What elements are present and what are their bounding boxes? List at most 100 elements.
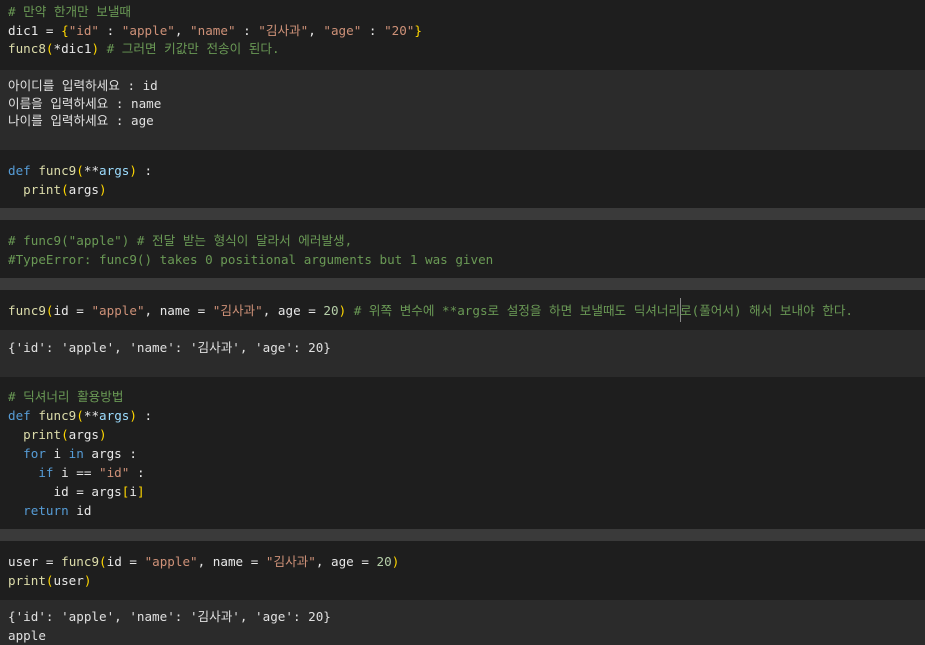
code-token: apple — [8, 628, 46, 643]
code-token: ) — [99, 427, 107, 442]
code-token: ( — [61, 427, 69, 442]
code-token: } — [414, 23, 422, 38]
code-token: #TypeError: func9() takes 0 positional a… — [8, 252, 494, 267]
code-token: func8 — [8, 41, 46, 56]
code-token: "apple" — [91, 303, 145, 318]
code-token: = — [45, 23, 54, 38]
code-token: ) — [83, 573, 92, 588]
code-token: # 딕셔너리 활용방법 — [8, 389, 124, 404]
code-token: ( — [45, 41, 54, 56]
code-token: dic1 — [8, 23, 46, 38]
code-token: in — [68, 446, 92, 461]
code-token: print — [8, 427, 62, 442]
code-token: ) — [129, 408, 137, 423]
code-line[interactable]: # 딕셔너리 활용방법 — [8, 387, 123, 406]
code-token: # func9("apple") # 전달 받는 형식이 달라서 에러발생, — [8, 233, 353, 248]
output-line: 나이를 입력하세요 : age — [8, 111, 154, 130]
code-token: : — [136, 163, 153, 178]
code-line[interactable]: for i in args : — [8, 444, 137, 463]
code-token: {'id': 'apple', 'name': '김사과', 'age': 20… — [8, 340, 331, 355]
code-line[interactable]: def func9(**args) : — [8, 406, 152, 425]
code-token: = — [308, 303, 316, 318]
code-token: ( — [45, 573, 54, 588]
code-token: id — [106, 554, 130, 569]
cell-divider — [0, 208, 925, 220]
code-token: ( — [45, 303, 54, 318]
code-line[interactable]: id = args[i] — [8, 482, 145, 501]
code-token: i — [129, 484, 137, 499]
code-token: == — [76, 465, 92, 480]
code-token: 나이를 입력하세요 : age — [8, 113, 154, 128]
code-token: "name" — [190, 23, 236, 38]
code-cell-5[interactable] — [0, 377, 925, 529]
code-line[interactable]: func8(*dic1) # 그러면 키값만 전송이 된다. — [8, 39, 280, 58]
code-token: "apple" — [121, 23, 175, 38]
code-token: ( — [61, 182, 69, 197]
output-line: apple — [8, 626, 46, 645]
code-line[interactable]: # 만약 한개만 보낼때 — [8, 2, 131, 21]
code-token: , name — [144, 303, 198, 318]
code-token: {'id': 'apple', 'name': '김사과', 'age': 20… — [8, 609, 331, 624]
code-line[interactable]: func9(id = "apple", name = "김사과", age = … — [8, 301, 853, 320]
code-token: user — [8, 554, 46, 569]
code-token: args — [68, 182, 100, 197]
code-line[interactable]: #TypeError: func9() takes 0 positional a… — [8, 250, 493, 269]
code-token: i — [53, 446, 69, 461]
code-line[interactable]: # func9("apple") # 전달 받는 형식이 달라서 에러발생, — [8, 231, 352, 250]
code-token: = — [45, 554, 54, 569]
code-token: func9 — [38, 163, 77, 178]
code-token: "age" — [323, 23, 362, 38]
code-token: if — [8, 465, 62, 480]
code-token: : — [361, 23, 385, 38]
code-token: , name — [197, 554, 251, 569]
code-token: ** — [83, 163, 100, 178]
code-token: def — [8, 408, 39, 423]
code-token: "apple" — [144, 554, 198, 569]
code-token: , — [174, 23, 191, 38]
code-token: = — [76, 303, 84, 318]
code-line[interactable]: def func9(**args) : — [8, 161, 152, 180]
code-token: args : — [91, 446, 137, 461]
code-line[interactable]: if i == "id" : — [8, 463, 144, 482]
code-token: i — [61, 465, 77, 480]
code-line[interactable]: return id — [8, 501, 91, 520]
cell-divider — [0, 529, 925, 541]
code-line[interactable]: print(args) — [8, 180, 106, 199]
code-token: ** — [83, 408, 100, 423]
code-token: id — [76, 503, 92, 518]
code-token: "김사과" — [265, 554, 316, 569]
code-token: ( — [99, 554, 107, 569]
code-line[interactable]: dic1 = {"id" : "apple", "name" : "김사과", … — [8, 21, 422, 40]
code-line[interactable]: user = func9(id = "apple", name = "김사과",… — [8, 552, 399, 571]
code-token: func9 — [61, 554, 100, 569]
code-token: , — [308, 23, 324, 38]
code-token: 아이디를 입력하세요 : id — [8, 78, 158, 93]
code-token: print — [8, 182, 62, 197]
code-token: args — [68, 427, 100, 442]
code-token: "김사과" — [258, 23, 309, 38]
code-token: id — [53, 303, 77, 318]
code-token: 20 — [376, 554, 392, 569]
code-token: ) — [91, 41, 100, 56]
code-token: = — [361, 554, 369, 569]
code-token: ) — [391, 554, 400, 569]
code-token: return — [8, 503, 77, 518]
code-token: "20" — [384, 23, 415, 38]
code-token: # 만약 한개만 보낼때 — [8, 4, 132, 19]
code-line[interactable]: print(args) — [8, 425, 107, 444]
code-token: , age — [315, 554, 362, 569]
code-token: # 그러면 키값만 전송이 된다. — [99, 41, 280, 56]
code-token: = — [129, 554, 137, 569]
output-line: 아이디를 입력하세요 : id — [8, 76, 158, 95]
code-token: func9 — [38, 408, 77, 423]
code-token: ] — [136, 484, 145, 499]
code-token: for — [8, 446, 54, 461]
code-line[interactable]: print(user) — [8, 571, 91, 590]
code-token: 이름을 입력하세요 : name — [8, 96, 162, 111]
